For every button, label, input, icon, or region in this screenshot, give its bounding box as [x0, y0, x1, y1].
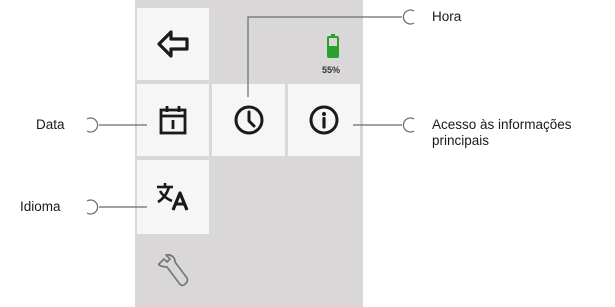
- hora-marker: [402, 9, 415, 25]
- data-label: Data: [36, 117, 65, 132]
- acesso-marker: [402, 117, 415, 133]
- callout-lines: [86, 9, 415, 215]
- idioma-marker: [86, 199, 99, 215]
- hora-label: Hora: [432, 9, 462, 24]
- data-marker: [86, 117, 99, 133]
- acesso-label-line2: principais: [432, 133, 490, 148]
- idioma-label: Idioma: [20, 199, 61, 214]
- hora-leader: [247, 16, 402, 97]
- acesso-label-line1: Acesso às informações: [432, 117, 572, 132]
